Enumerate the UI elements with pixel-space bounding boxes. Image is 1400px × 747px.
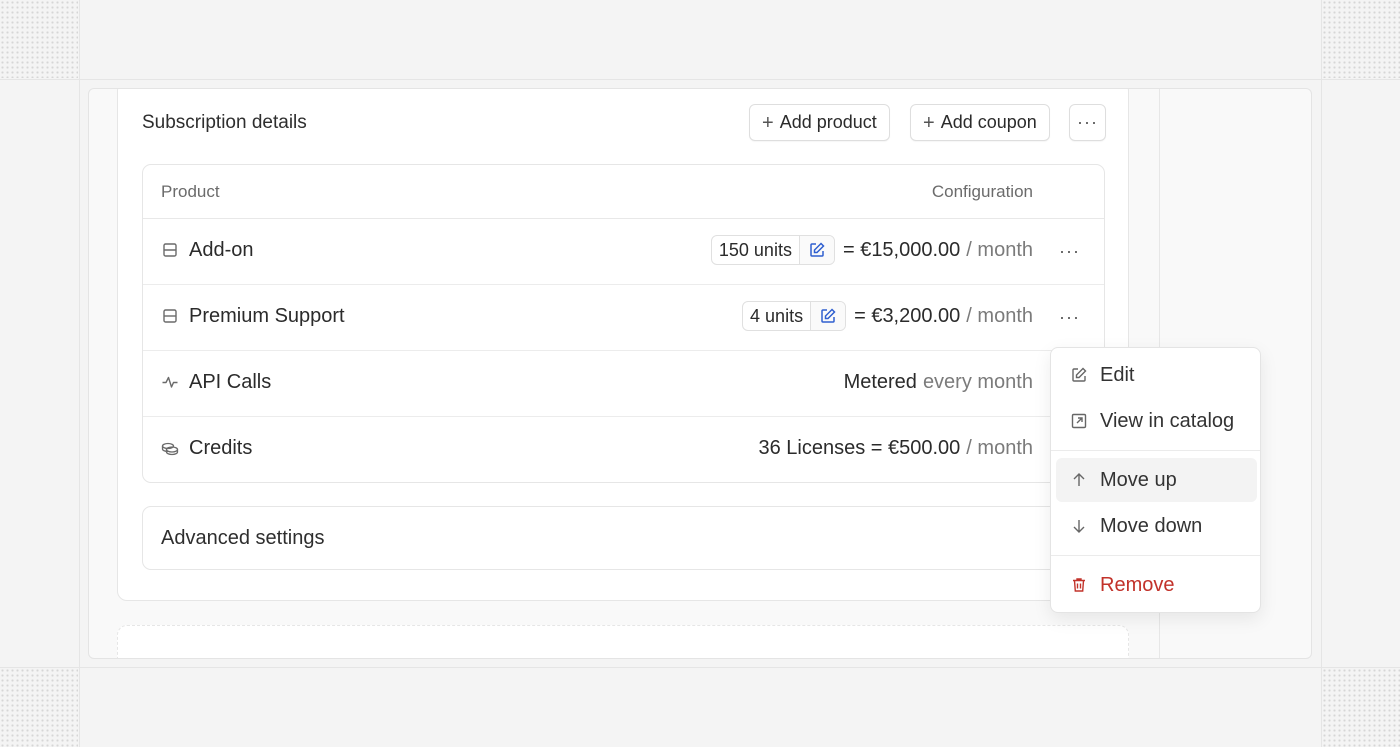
units-value: 4 units [750, 305, 804, 326]
guide-line-right [1321, 0, 1322, 747]
price-period: / month [966, 238, 1033, 261]
menu-item-label: Remove [1100, 573, 1175, 596]
price-period: / month [966, 304, 1033, 327]
product-configuration: 36 Licenses = €500.00 / month [758, 433, 1033, 463]
guide-line-bottom [0, 667, 1400, 668]
menu-item-remove[interactable]: Remove [1056, 563, 1257, 607]
advanced-settings-title: Advanced settings [161, 527, 325, 549]
trash-icon [1073, 578, 1085, 592]
price-value: = €3,200.00 [854, 304, 961, 327]
subscription-more-button[interactable]: ··· [1069, 104, 1106, 141]
menu-item-label: Move up [1100, 468, 1177, 491]
external-link-icon [1071, 413, 1087, 429]
add-product-button[interactable]: + Add product [749, 104, 890, 141]
product-name: Add-on [189, 239, 254, 261]
units-control: 150 units [710, 235, 835, 265]
table-row: Premium Support 4 units = €3,200.00 / mo… [143, 285, 1104, 351]
menu-item-label: Move down [1100, 514, 1203, 537]
menu-item-edit[interactable]: Edit [1056, 353, 1257, 397]
edit-icon [821, 308, 836, 323]
corner-dots-bottom-right [1322, 668, 1400, 747]
arrow-up-icon [1073, 473, 1085, 486]
edit-icon [810, 242, 825, 257]
corner-dots-bottom-left [0, 668, 78, 747]
edit-icon [1072, 367, 1087, 382]
units-control: 4 units [742, 301, 847, 331]
table-row: Credits 36 Licenses = €500.00 / month [143, 417, 1104, 482]
advanced-settings-section[interactable]: Advanced settings [142, 506, 1105, 570]
menu-item-view-in-catalog[interactable]: View in catalog [1056, 399, 1257, 443]
product-configuration: 150 units = €15,000.00 / month [710, 235, 1033, 265]
table-header-row: Product Configuration [143, 165, 1104, 219]
row-more-button[interactable]: ··· [1059, 241, 1080, 262]
guide-line-left [79, 0, 80, 747]
plus-icon: + [923, 111, 935, 134]
row-actions-menu: Edit View in catalog Move up Move down R… [1050, 347, 1261, 613]
product-name: Credits [189, 437, 253, 459]
table-row: Add-on 150 units = €15,000.00 / month ··… [143, 219, 1104, 285]
product-name: API Calls [189, 371, 272, 393]
metered-frequency: every month [922, 370, 1033, 393]
price-value: 36 Licenses = €500.00 [758, 436, 961, 459]
add-coupon-button[interactable]: + Add coupon [910, 104, 1050, 141]
table-row: API Calls Metered every month [143, 351, 1104, 417]
menu-separator [1051, 450, 1260, 451]
product-name: Premium Support [189, 305, 345, 327]
menu-item-label: View in catalog [1100, 409, 1235, 432]
row-more-button[interactable]: ··· [1059, 307, 1080, 328]
menu-item-move-up[interactable]: Move up [1056, 458, 1257, 502]
edit-units-button[interactable] [798, 236, 834, 264]
products-table: Product Configuration Add-on 150 units =… [142, 164, 1105, 483]
price-period: / month [966, 436, 1033, 459]
activity-icon [162, 376, 178, 388]
edit-units-button[interactable] [810, 302, 846, 330]
add-product-label: Add product [779, 112, 877, 132]
next-section-card [117, 625, 1129, 658]
subscription-card: Subscription details + Add product + Add… [117, 89, 1129, 601]
price-value: = €15,000.00 [842, 238, 961, 261]
metered-label: Metered [843, 370, 917, 393]
plus-icon: + [762, 111, 774, 134]
add-coupon-label: Add coupon [940, 112, 1037, 132]
list-box-icon [163, 309, 177, 323]
menu-item-move-down[interactable]: Move down [1056, 504, 1257, 548]
coins-icon [161, 442, 179, 456]
corner-dots-top-left [0, 0, 78, 78]
subscription-title: Subscription details [142, 112, 307, 133]
product-configuration: 4 units = €3,200.00 / month [742, 301, 1033, 331]
guide-line-top [0, 79, 1400, 80]
menu-separator [1051, 555, 1260, 556]
product-configuration: Metered every month [844, 367, 1033, 397]
menu-item-label: Edit [1100, 363, 1135, 386]
more-horizontal-icon: ··· [1077, 112, 1098, 132]
units-value: 150 units [718, 239, 792, 260]
header-configuration: Configuration [931, 182, 1033, 201]
corner-dots-top-right [1322, 0, 1400, 78]
list-box-icon [163, 243, 177, 257]
header-product: Product [161, 182, 220, 201]
arrow-down-icon [1073, 520, 1085, 533]
